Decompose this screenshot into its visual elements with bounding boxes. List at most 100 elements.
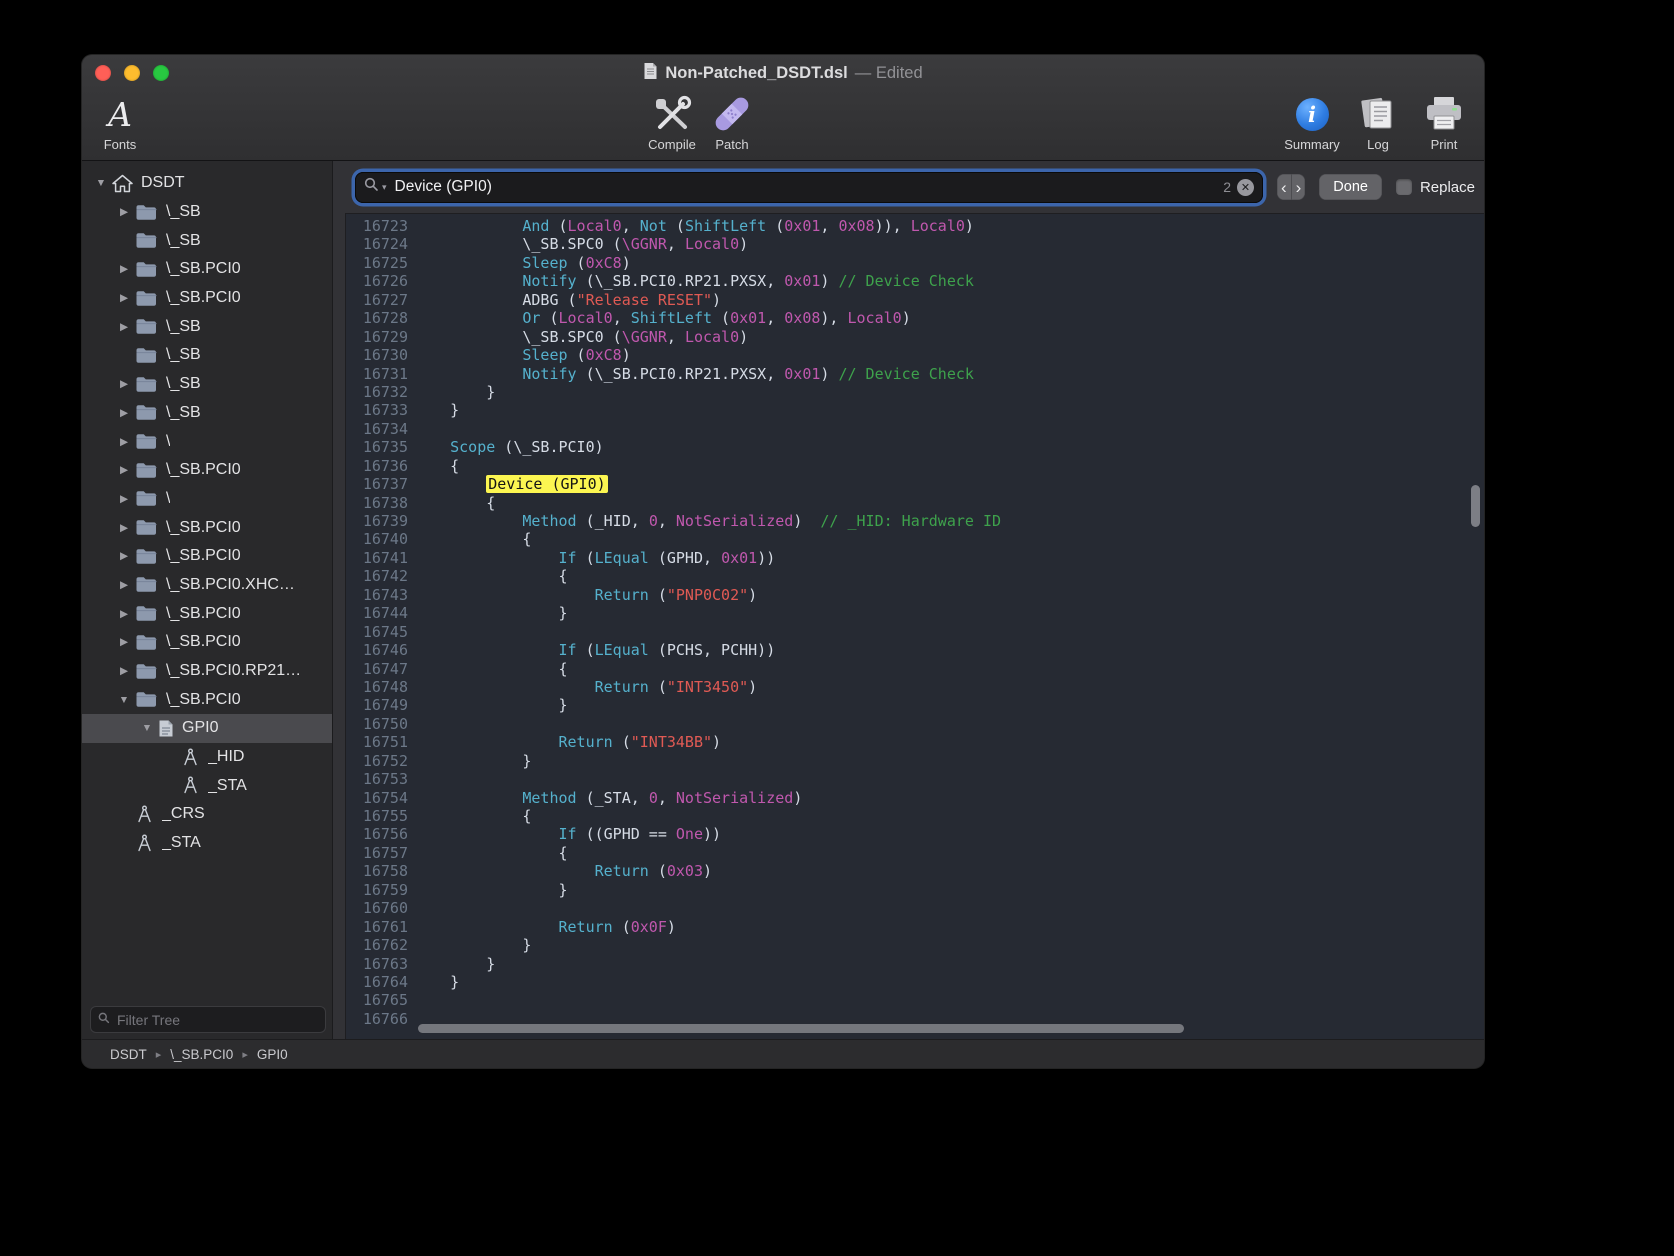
patch-button[interactable]: Patch — [704, 93, 760, 152]
filter-tree-input[interactable] — [115, 1011, 318, 1029]
sidebar-item-sbpci0[interactable]: ▶\_SB.PCI0 — [82, 628, 332, 657]
search-field[interactable]: ▾ 2 ✕ — [355, 172, 1263, 203]
code-line[interactable]: 16734 — [346, 420, 1484, 438]
breadcrumb-item[interactable]: \_SB.PCI0 — [170, 1047, 233, 1062]
code-line[interactable]: 16761 Return (0x0F) — [346, 918, 1484, 936]
close-button[interactable] — [95, 65, 111, 81]
code-line[interactable]: 16758 Return (0x03) — [346, 862, 1484, 880]
disclosure-collapsed-icon[interactable]: ▶ — [113, 550, 135, 562]
sidebar-item-sbpci0[interactable]: ▶\_SB.PCI0 — [82, 255, 332, 284]
code-line[interactable]: 16756 If ((GPHD == One)) — [346, 825, 1484, 843]
disclosure-collapsed-icon[interactable]: ▶ — [113, 206, 135, 218]
chevron-down-icon[interactable]: ▾ — [382, 182, 387, 193]
code-line[interactable]: 16752 } — [346, 752, 1484, 770]
code-line[interactable]: 16732 } — [346, 383, 1484, 401]
sidebar-item-[interactable]: ▶\ — [82, 427, 332, 456]
code-line[interactable]: 16730 Sleep (0xC8) — [346, 346, 1484, 364]
code-line[interactable]: 16745 — [346, 623, 1484, 641]
code-line[interactable]: 16765 — [346, 991, 1484, 1009]
code-line[interactable]: 16759 } — [346, 881, 1484, 899]
filter-tree-field[interactable] — [90, 1006, 326, 1033]
code-line[interactable]: 16742 { — [346, 567, 1484, 585]
code-line[interactable]: 16760 — [346, 899, 1484, 917]
disclosure-collapsed-icon[interactable]: ▶ — [113, 464, 135, 476]
compile-button[interactable]: Compile — [644, 93, 700, 152]
disclosure-collapsed-icon[interactable]: ▶ — [113, 407, 135, 419]
sidebar-item-crs[interactable]: _CRS — [82, 800, 332, 829]
code-line[interactable]: 16757 { — [346, 844, 1484, 862]
sidebar-item-hid[interactable]: _HID — [82, 743, 332, 772]
sidebar-item-sbpci0[interactable]: ▶\_SB.PCI0 — [82, 456, 332, 485]
sidebar-item-sb[interactable]: \_SB — [82, 341, 332, 370]
disclosure-expanded-icon[interactable]: ▼ — [113, 694, 135, 706]
sidebar-item-sbpci0xhc[interactable]: ▶\_SB.PCI0.XHC… — [82, 571, 332, 600]
sidebar-item-dsdt[interactable]: ▼DSDT — [82, 169, 332, 198]
code-line[interactable]: 16731 Notify (\_SB.PCI0.RP21.PXSX, 0x01)… — [346, 365, 1484, 383]
horizontal-scrollbar-thumb[interactable] — [418, 1024, 1184, 1033]
sidebar-item-sb[interactable]: ▶\_SB — [82, 198, 332, 227]
zoom-button[interactable] — [153, 65, 169, 81]
code-line[interactable]: 16755 { — [346, 807, 1484, 825]
code-line[interactable]: 16747 { — [346, 660, 1484, 678]
print-button[interactable]: Print — [1416, 93, 1472, 152]
sidebar-item-sta[interactable]: _STA — [82, 829, 332, 858]
code-line[interactable]: 16736 { — [346, 457, 1484, 475]
code-line[interactable]: 16762 } — [346, 936, 1484, 954]
disclosure-collapsed-icon[interactable]: ▶ — [113, 263, 135, 275]
replace-checkbox[interactable] — [1396, 179, 1412, 195]
code-line[interactable]: 16748 Return ("INT3450") — [346, 678, 1484, 696]
find-previous-button[interactable]: ‹ — [1277, 174, 1291, 200]
fonts-button[interactable]: AFonts — [92, 93, 148, 152]
disclosure-collapsed-icon[interactable]: ▶ — [113, 292, 135, 304]
sidebar-item-gpi0[interactable]: ▼GPI0 — [82, 714, 332, 743]
sidebar-item-sb[interactable]: ▶\_SB — [82, 312, 332, 341]
search-input[interactable] — [393, 177, 1218, 197]
sidebar-item-sb[interactable]: ▶\_SB — [82, 399, 332, 428]
disclosure-expanded-icon[interactable]: ▼ — [90, 177, 112, 189]
sidebar-item-[interactable]: ▶\ — [82, 485, 332, 514]
disclosure-expanded-icon[interactable]: ▼ — [136, 722, 158, 734]
code-line[interactable]: 16746 If (LEqual (PCHS, PCHH)) — [346, 641, 1484, 659]
breadcrumb-item[interactable]: DSDT — [110, 1047, 147, 1062]
code-line[interactable]: 16764 } — [346, 973, 1484, 991]
code-line[interactable]: 16738 { — [346, 494, 1484, 512]
code-line[interactable]: 16729 \_SB.SPC0 (\GGNR, Local0) — [346, 328, 1484, 346]
code-line[interactable]: 16743 Return ("PNP0C02") — [346, 586, 1484, 604]
disclosure-collapsed-icon[interactable]: ▶ — [113, 321, 135, 333]
sidebar-item-sbpci0[interactable]: ▶\_SB.PCI0 — [82, 599, 332, 628]
disclosure-collapsed-icon[interactable]: ▶ — [113, 493, 135, 505]
code-line[interactable]: 16723 And (Local0, Not (ShiftLeft (0x01,… — [346, 217, 1484, 235]
disclosure-collapsed-icon[interactable]: ▶ — [113, 378, 135, 390]
disclosure-collapsed-icon[interactable]: ▶ — [113, 522, 135, 534]
code-line[interactable]: 16735 Scope (\_SB.PCI0) — [346, 438, 1484, 456]
code-line[interactable]: 16749 } — [346, 696, 1484, 714]
sidebar-item-sb[interactable]: ▶\_SB — [82, 370, 332, 399]
breadcrumb-item[interactable]: GPI0 — [257, 1047, 288, 1062]
disclosure-collapsed-icon[interactable]: ▶ — [113, 436, 135, 448]
sidebar-item-sbpci0[interactable]: ▼\_SB.PCI0 — [82, 685, 332, 714]
minimize-button[interactable] — [124, 65, 140, 81]
code-line[interactable]: 16724 \_SB.SPC0 (\GGNR, Local0) — [346, 235, 1484, 253]
disclosure-collapsed-icon[interactable]: ▶ — [113, 636, 135, 648]
disclosure-collapsed-icon[interactable]: ▶ — [113, 665, 135, 677]
sidebar-item-sb[interactable]: \_SB — [82, 226, 332, 255]
done-button[interactable]: Done — [1319, 174, 1382, 200]
clear-search-button[interactable]: ✕ — [1237, 179, 1254, 196]
code-line[interactable]: 16750 — [346, 715, 1484, 733]
code-line[interactable]: 16737 Device (GPI0) — [346, 475, 1484, 493]
code-line[interactable]: 16733 } — [346, 401, 1484, 419]
sidebar-item-sbpci0[interactable]: ▶\_SB.PCI0 — [82, 542, 332, 571]
sidebar-item-sbpci0[interactable]: ▶\_SB.PCI0 — [82, 513, 332, 542]
search-icon[interactable] — [364, 177, 379, 197]
code-line[interactable]: 16726 Notify (\_SB.PCI0.RP21.PXSX, 0x01)… — [346, 272, 1484, 290]
code-line[interactable]: 16725 Sleep (0xC8) — [346, 254, 1484, 272]
code-line[interactable]: 16741 If (LEqual (GPHD, 0x01)) — [346, 549, 1484, 567]
sidebar-item-sbpci0[interactable]: ▶\_SB.PCI0 — [82, 284, 332, 313]
code-line[interactable]: 16763 } — [346, 955, 1484, 973]
summary-button[interactable]: iSummary — [1284, 93, 1340, 152]
code-line[interactable]: 16754 Method (_STA, 0, NotSerialized) — [346, 789, 1484, 807]
code-editor[interactable]: 16723 And (Local0, Not (ShiftLeft (0x01,… — [345, 213, 1484, 1039]
code-line[interactable]: 16744 } — [346, 604, 1484, 622]
find-next-button[interactable]: › — [1291, 174, 1306, 200]
log-button[interactable]: Log — [1350, 93, 1406, 152]
